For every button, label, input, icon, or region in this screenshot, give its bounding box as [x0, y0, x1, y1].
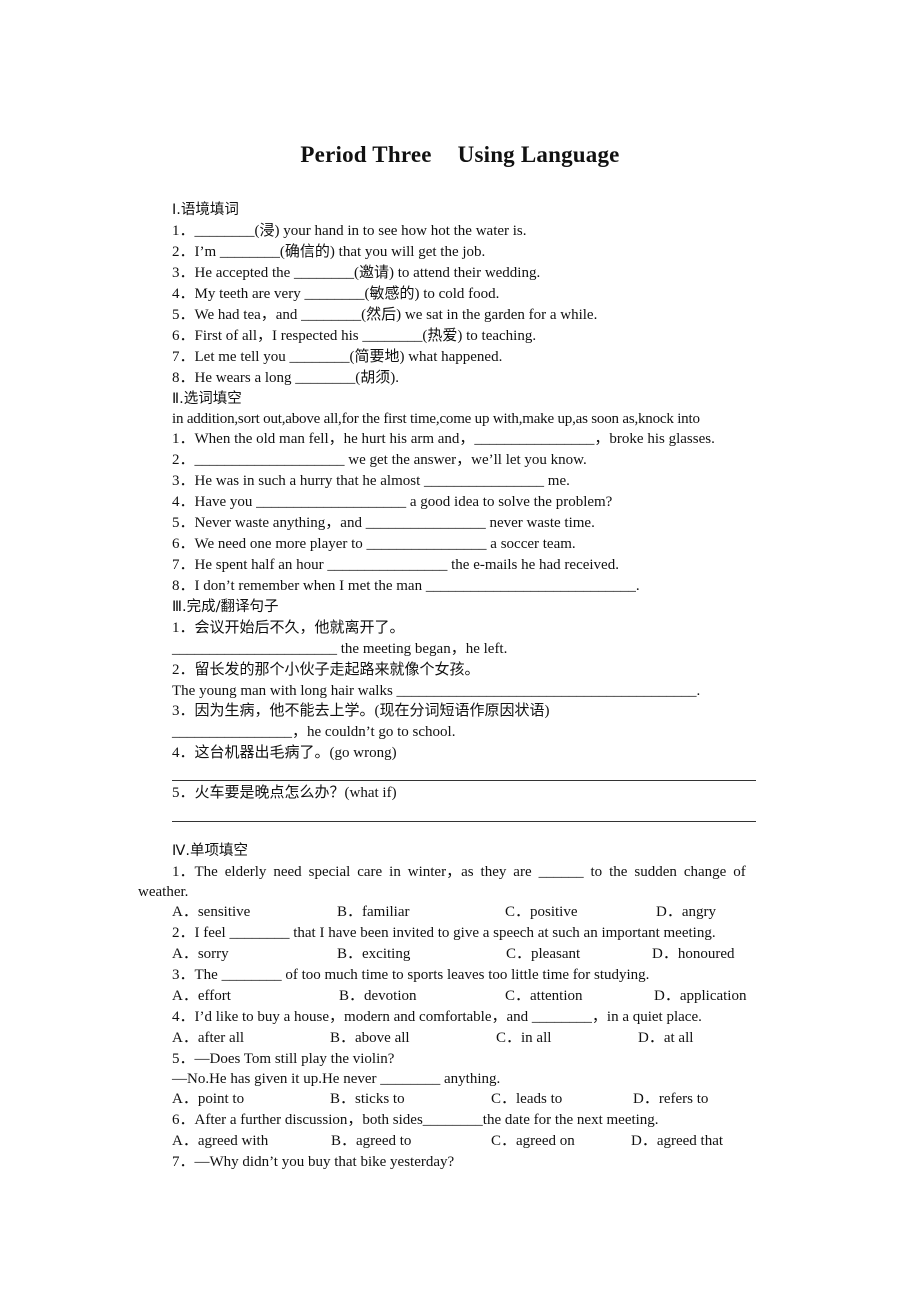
q-stem: 3．The ________ of too much time to sport…: [172, 967, 650, 983]
s1-item: 2．I’m ________(确信的) that you will get th…: [172, 244, 486, 260]
answer-line: [172, 780, 756, 781]
q-stem: —No.He has given it up.He never ________…: [172, 1071, 501, 1087]
option-d: D．honoured: [652, 946, 735, 962]
title-part-1: Period Three: [300, 142, 432, 167]
s2-item: 5．Never waste anything，and _____________…: [172, 515, 595, 531]
s3-prompt: 3．因为生病，他不能去上学。(现在分词短语作原因状语): [172, 703, 550, 719]
option-a: A．sensitive: [172, 904, 251, 920]
q-stem: weather.: [138, 884, 189, 900]
option-a: A．point to: [172, 1091, 245, 1107]
option-c: C．agreed on: [491, 1133, 575, 1149]
s1-item: 4．My teeth are very ________(敏感的) to col…: [172, 286, 500, 302]
section-1-heading: Ⅰ.语境填词: [172, 202, 239, 218]
option-a: A．agreed with: [172, 1133, 269, 1149]
s2-item: 4．Have you ____________________ a good i…: [172, 494, 613, 510]
q-stem: 2．I feel ________ that I have been invit…: [172, 925, 716, 941]
option-c: C．leads to: [491, 1091, 563, 1107]
option-b: B．familiar: [337, 904, 410, 920]
option-c: C．pleasant: [506, 946, 581, 962]
s2-item: 6．We need one more player to ___________…: [172, 536, 576, 552]
s1-item: 3．He accepted the ________(邀请) to attend…: [172, 265, 541, 281]
q-stem: 5．—Does Tom still play the violin?: [172, 1051, 395, 1067]
s1-item: 8．He wears a long ________(胡须).: [172, 370, 400, 386]
s3-prompt: 1．会议开始后不久，他就离开了。: [172, 620, 405, 636]
s3-prompt: 4．这台机器出毛病了。(go wrong): [172, 745, 397, 761]
section-4-heading: Ⅳ.单项填空: [172, 843, 248, 859]
s2-item: 8．I don’t remember when I met the man __…: [172, 578, 640, 594]
section-2-heading: Ⅱ.选词填空: [172, 391, 242, 407]
option-b: B．agreed to: [331, 1133, 412, 1149]
s2-item: 1．When the old man fell，he hurt his arm …: [172, 431, 715, 447]
s2-item: 7．He spent half an hour ________________…: [172, 557, 619, 573]
s3-answer: The young man with long hair walks _____…: [172, 683, 701, 699]
section-3-heading: Ⅲ.完成/翻译句子: [172, 599, 279, 615]
option-c: C．in all: [496, 1030, 552, 1046]
s3-prompt: 2．留长发的那个小伙子走起路来就像个女孩。: [172, 662, 480, 678]
title-part-2: Using Language: [457, 142, 620, 167]
s3-answer: ______________________ the meeting began…: [172, 641, 508, 657]
s2-item: 2．____________________ we get the answer…: [172, 452, 587, 468]
page-title: Period Three Using Language: [0, 142, 920, 168]
option-b: B．sticks to: [330, 1091, 405, 1107]
option-a: A．sorry: [172, 946, 229, 962]
s1-item: 5．We had tea，and ________(然后) we sat in …: [172, 307, 598, 323]
q-stem: 1．The elderly need special care in winte…: [172, 864, 746, 880]
option-d: D．at all: [638, 1030, 694, 1046]
s1-item: 6．First of all，I respected his ________(…: [172, 328, 537, 344]
word-bank: in addition,sort out,above all,for the f…: [172, 411, 700, 427]
q-stem: 6．After a further discussion，both sides_…: [172, 1112, 659, 1128]
q-stem: 7．—Why didn’t you buy that bike yesterda…: [172, 1154, 455, 1170]
option-d: D．agreed that: [631, 1133, 724, 1149]
option-b: B．above all: [330, 1030, 410, 1046]
option-c: C．positive: [505, 904, 578, 920]
option-d: D．refers to: [633, 1091, 709, 1107]
option-a: A．effort: [172, 988, 231, 1004]
option-b: B．devotion: [339, 988, 417, 1004]
option-d: D．application: [654, 988, 747, 1004]
s1-item: 1．________(浸) your hand in to see how ho…: [172, 223, 527, 239]
option-a: A．after all: [172, 1030, 245, 1046]
s3-prompt: 5．火车要是晚点怎么办？(what if): [172, 785, 397, 801]
s2-item: 3．He was in such a hurry that he almost …: [172, 473, 570, 489]
answer-line: [172, 821, 756, 822]
option-b: B．exciting: [337, 946, 411, 962]
s3-answer: ________________，he couldn’t go to schoo…: [172, 724, 456, 740]
option-d: D．angry: [656, 904, 716, 920]
q-stem: 4．I’d like to buy a house，modern and com…: [172, 1009, 702, 1025]
s1-item: 7．Let me tell you ________(简要地) what hap…: [172, 349, 503, 365]
option-c: C．attention: [505, 988, 583, 1004]
